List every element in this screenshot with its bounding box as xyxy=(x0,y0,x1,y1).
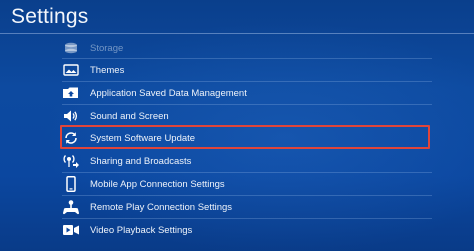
header-divider xyxy=(0,33,474,34)
menu-item-sound-screen[interactable]: Sound and Screen xyxy=(62,105,169,127)
selection-highlight xyxy=(60,125,430,149)
broadcast-icon xyxy=(62,153,80,169)
speaker-icon xyxy=(62,108,80,124)
menu-item-label: Mobile App Connection Settings xyxy=(90,178,225,190)
remote-play-icon xyxy=(62,199,80,215)
menu-item-label: Video Playback Settings xyxy=(90,224,193,236)
menu-item-label: Sharing and Broadcasts xyxy=(90,155,192,167)
menu-item-label: Application Saved Data Management xyxy=(90,87,247,99)
menu-item-remote-play-connection[interactable]: Remote Play Connection Settings xyxy=(62,196,232,218)
themes-icon xyxy=(62,62,80,78)
menu-item-themes[interactable]: Themes xyxy=(62,59,124,81)
video-playback-icon xyxy=(62,222,80,238)
menu-item-video-playback[interactable]: Video Playback Settings xyxy=(62,219,192,241)
saved-data-icon xyxy=(62,85,80,101)
menu-item-label: Storage xyxy=(90,42,124,54)
menu-item-mobile-app-connection[interactable]: Mobile App Connection Settings xyxy=(62,173,225,195)
menu-item-sharing-broadcasts[interactable]: Sharing and Broadcasts xyxy=(62,150,191,172)
page-title: Settings xyxy=(11,5,89,28)
menu-item-label: Themes xyxy=(90,64,125,76)
storage-icon xyxy=(62,40,80,56)
menu-item-label: Remote Play Connection Settings xyxy=(90,201,233,213)
menu-item-storage[interactable]: Storage xyxy=(62,37,123,59)
menu-item-label: Sound and Screen xyxy=(90,110,169,122)
menu-item-saved-data[interactable]: Application Saved Data Management xyxy=(62,82,247,104)
mobile-phone-icon xyxy=(62,176,80,192)
